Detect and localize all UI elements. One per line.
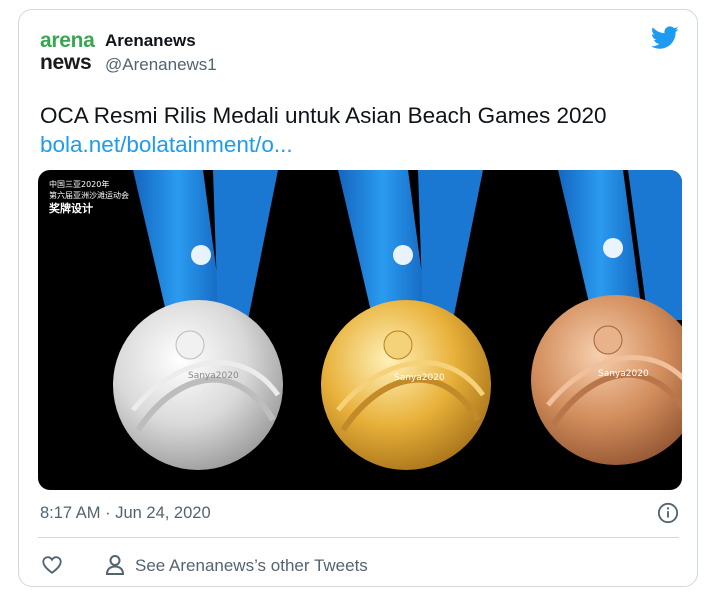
media-caption-line-3: 奖牌设计 [49,202,93,215]
medals-illustration: Sanya2020 Sanya2020 Sanya2020 [113,170,682,470]
silver-medal: Sanya2020 [113,300,283,470]
bronze-medal: Sanya2020 [531,295,682,465]
author-name[interactable]: Arenanews [105,31,196,51]
logo-line-2: news [40,51,92,74]
media-caption: 中国三亚2020年 第六届亚洲沙滩运动会 奖牌设计 [49,179,129,217]
author-handle[interactable]: @Arenanews1 [105,55,217,75]
heart-icon[interactable] [41,554,63,576]
person-icon[interactable] [105,554,125,576]
tweet-link[interactable]: bola.net/bolatainment/o... [40,132,293,158]
ribbon-silver [133,170,278,320]
bronze-medal-text: Sanya2020 [598,369,649,379]
media-caption-line-1: 中国三亚2020年 [49,180,110,189]
gold-medal: Sanya2020 [321,300,491,470]
other-tweets-link[interactable]: See Arenanews’s other Tweets [135,556,368,576]
tweet-text: OCA Resmi Rilis Medali untuk Asian Beach… [40,103,607,128]
silver-medal-text: Sanya2020 [188,371,239,381]
tweet-card[interactable]: arena news Arenanews @Arenanews1 OCA Res… [18,9,698,587]
ribbon-gold [338,170,483,320]
logo-line-1: arena [40,29,95,52]
twitter-bird-icon[interactable] [651,26,679,50]
info-icon[interactable] [657,502,679,524]
gold-medal-text: Sanya2020 [394,373,445,383]
arenanews-logo[interactable]: arena news [40,30,102,78]
tweet-media-image[interactable]: Sanya2020 Sanya2020 Sanya2020 中国三亚2020年 [38,170,682,490]
media-caption-line-2: 第六届亚洲沙滩运动会 [49,191,129,200]
tweet-timestamp[interactable]: 8:17 AM · Jun 24, 2020 [40,504,211,523]
divider [38,537,679,538]
